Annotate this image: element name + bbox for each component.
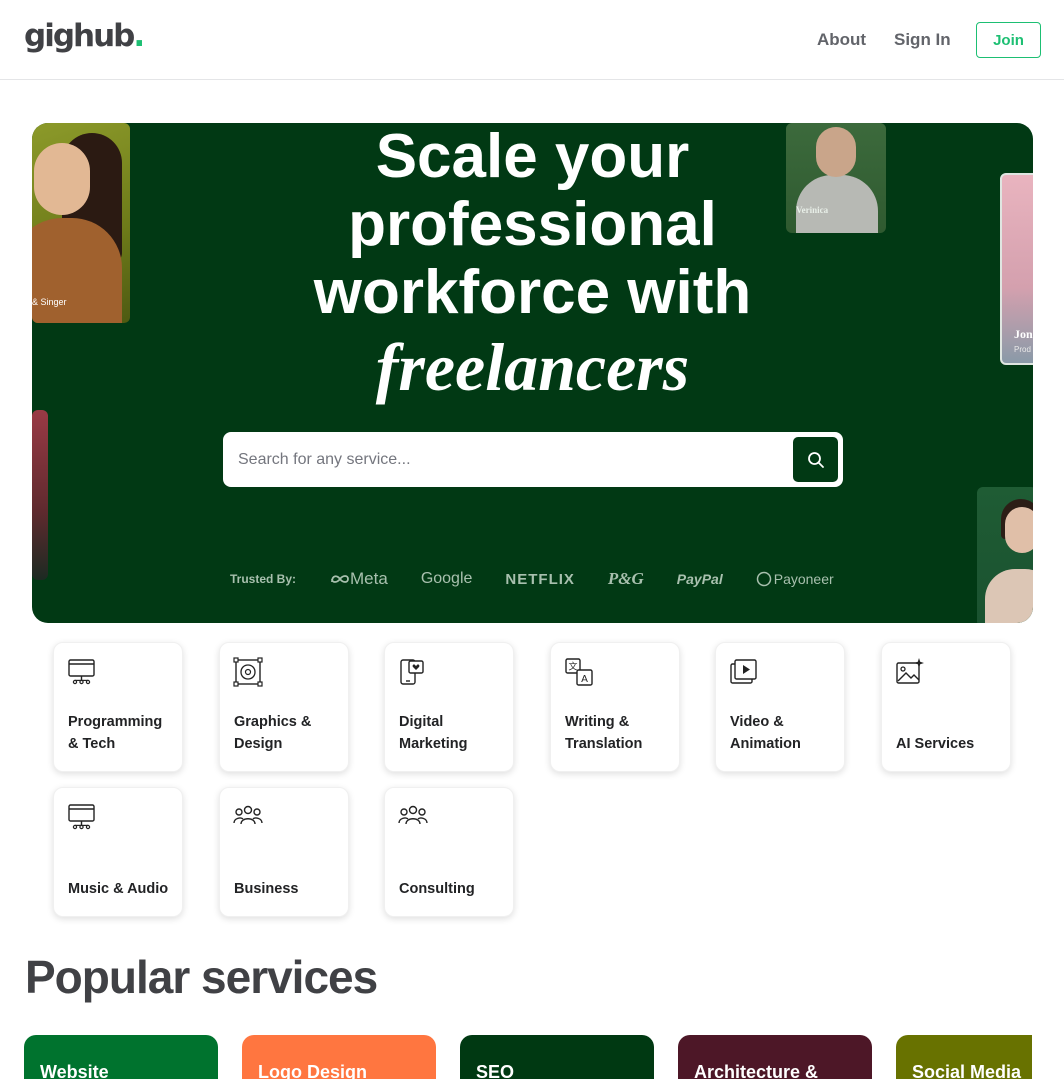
freelancer-photo-card <box>32 410 48 580</box>
service-card-seo[interactable]: SEO <box>460 1035 654 1079</box>
search-button[interactable] <box>793 437 838 482</box>
gighub-logo[interactable]: gighub. <box>24 18 145 54</box>
code-display-icon <box>68 659 95 685</box>
site-header: gighub. About Sign In Join <box>0 0 1064 80</box>
meta-infinity-icon <box>331 575 349 583</box>
service-card-social-media[interactable]: Social Media <box>896 1035 1032 1079</box>
pg-logo: P&G <box>607 569 644 588</box>
hero-title-italic: freelancers <box>375 329 690 405</box>
trusted-by-label: Trusted By: <box>230 572 297 586</box>
category-card-writing[interactable]: 文A Writing & Translation <box>550 642 680 772</box>
category-card-digital-marketing[interactable]: Digital Marketing <box>384 642 514 772</box>
popular-services-title: Popular services <box>25 951 378 1003</box>
meta-logo-text: Meta <box>350 569 388 588</box>
ai-image-icon <box>896 658 924 684</box>
video-play-icon <box>730 659 757 684</box>
payoneer-logo-text: Payoneer <box>773 571 834 587</box>
hero-title-line-2: professional <box>348 190 717 259</box>
svg-text:A: A <box>581 674 588 685</box>
payoneer-circle-icon <box>756 571 771 587</box>
service-label: SEO <box>476 1062 515 1079</box>
service-label: Social Media <box>912 1062 1022 1079</box>
search-bar <box>223 432 843 487</box>
category-card-graphics[interactable]: Graphics & Design <box>219 642 349 772</box>
netflix-logo: NETFLIX <box>505 570 575 588</box>
people-icon <box>233 805 263 825</box>
category-card-business[interactable]: Business <box>219 787 349 917</box>
logo-text: gighub <box>24 18 135 54</box>
category-label: AI Services <box>896 736 975 752</box>
nav-about-link[interactable]: About <box>817 30 866 50</box>
category-label: Video & Animation <box>730 714 801 752</box>
search-icon <box>807 451 824 468</box>
search-input[interactable] <box>223 432 783 487</box>
category-label: Music & Audio <box>68 881 169 897</box>
category-card-programming[interactable]: Programming & Tech <box>53 642 183 772</box>
category-card-ai-services[interactable]: AI Services <box>881 642 1011 772</box>
nav-sign-in-link[interactable]: Sign In <box>894 30 951 50</box>
logo-dot: . <box>133 18 145 54</box>
hero-title-line-3: workforce with <box>313 258 752 327</box>
google-logo: Google <box>420 570 473 587</box>
service-label: Logo Design <box>258 1062 367 1079</box>
category-label: Consulting <box>399 881 475 897</box>
category-label: Programming & Tech <box>68 714 163 752</box>
service-card-website[interactable]: Website <box>24 1035 218 1079</box>
join-button[interactable]: Join <box>976 22 1041 58</box>
translate-icon: 文A <box>565 658 593 686</box>
phone-heart-icon <box>400 659 424 685</box>
category-label: Graphics & Design <box>234 714 312 752</box>
hero-title-line-1: Scale your <box>375 123 690 191</box>
svg-text:文: 文 <box>568 661 577 673</box>
service-label: Website <box>40 1062 109 1079</box>
category-label: Digital Marketing <box>399 714 468 752</box>
service-label: Architecture & <box>694 1062 819 1079</box>
category-label: Business <box>234 881 299 897</box>
meta-logo: Meta <box>330 569 388 589</box>
category-card-music[interactable]: Music & Audio <box>53 787 183 917</box>
category-card-consulting[interactable]: Consulting <box>384 787 514 917</box>
service-card-logo-design[interactable]: Logo Design <box>242 1035 436 1079</box>
monitor-icon <box>68 804 95 830</box>
service-card-architecture[interactable]: Architecture & <box>678 1035 872 1079</box>
design-frame-icon <box>233 657 263 687</box>
category-label: Writing & Translation <box>565 714 643 752</box>
hero-title: Scale your professional workforce with f… <box>32 123 1033 403</box>
people-icon <box>398 805 428 825</box>
paypal-logo: PayPal <box>676 571 723 587</box>
category-card-video[interactable]: Video & Animation <box>715 642 845 772</box>
hero-banner: & Singer Verinica Jon Prod Scale your pr… <box>32 123 1033 623</box>
freelancer-photo-card <box>977 487 1033 623</box>
trusted-by-row: Trusted By: Meta Google NETFLIX P&G PayP… <box>230 568 850 590</box>
payoneer-logo: Payoneer <box>756 571 834 587</box>
